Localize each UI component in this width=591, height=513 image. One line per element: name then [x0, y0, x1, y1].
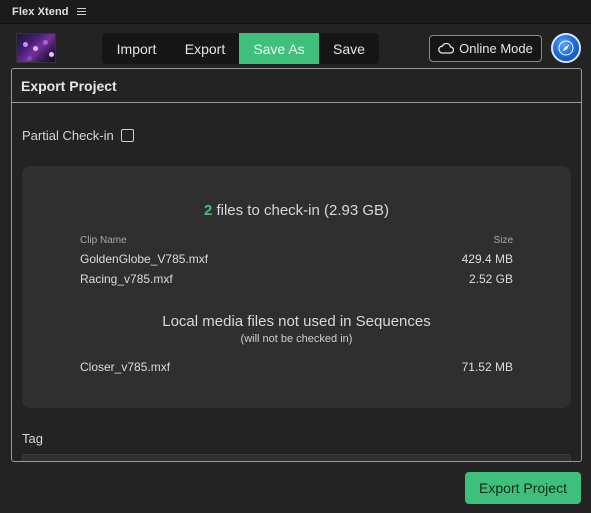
- hamburger-menu-icon[interactable]: [76, 8, 86, 15]
- app-title: Flex Xtend: [12, 5, 69, 18]
- file-name: Closer_v785.mxf: [80, 360, 171, 374]
- compass-icon: [558, 40, 574, 56]
- files-card: 2 files to check-in (2.93 GB) Clip Name …: [22, 166, 571, 408]
- tag-input[interactable]: [22, 454, 571, 461]
- export-project-button[interactable]: Export Project: [465, 472, 581, 504]
- user-avatar[interactable]: [551, 33, 581, 63]
- local-media-title: Local media files not used in Sequences: [162, 313, 431, 330]
- local-media-subtitle: (will not be checked in): [240, 333, 353, 345]
- file-size: 71.52 MB: [461, 360, 513, 374]
- panel-header: Export Project: [12, 69, 581, 103]
- title-bar: Flex Xtend: [0, 0, 591, 24]
- tab-import[interactable]: Import: [102, 33, 171, 64]
- file-row: Racing_v785.mxf 2.52 GB: [80, 272, 513, 286]
- online-mode-label: Online Mode: [459, 41, 533, 56]
- export-project-panel: Export Project Partial Check-in 2 files …: [11, 68, 582, 462]
- file-size: 429.4 MB: [461, 252, 513, 266]
- tab-save[interactable]: Save: [319, 33, 379, 64]
- local-file-row: Closer_v785.mxf 71.52 MB: [80, 360, 513, 374]
- panel-title: Export Project: [21, 77, 117, 94]
- online-mode-button[interactable]: Online Mode: [429, 35, 542, 62]
- tag-label: Tag: [22, 431, 43, 446]
- checkin-summary: 2 files to check-in (2.93 GB): [22, 202, 571, 219]
- partial-checkin-label: Partial Check-in: [22, 128, 114, 143]
- file-name: GoldenGlobe_V785.mxf: [80, 252, 209, 266]
- cloud-icon: [438, 43, 455, 54]
- tab-save-as[interactable]: Save As: [239, 33, 319, 64]
- mode-tab-group: Import Export Save As Save: [102, 33, 379, 64]
- partial-checkin-row: Partial Check-in: [22, 128, 134, 143]
- tab-export[interactable]: Export: [171, 33, 239, 64]
- column-header-clip-name: Clip Name: [80, 235, 127, 246]
- file-size: 2.52 GB: [468, 272, 513, 286]
- column-header-size: Size: [493, 235, 513, 246]
- project-thumbnail: [16, 33, 56, 63]
- file-row: GoldenGlobe_V785.mxf 429.4 MB: [80, 252, 513, 266]
- partial-checkin-checkbox[interactable]: [120, 129, 134, 142]
- summary-text: files to check-in (2.93 GB): [212, 202, 390, 219]
- file-name: Racing_v785.mxf: [80, 272, 173, 286]
